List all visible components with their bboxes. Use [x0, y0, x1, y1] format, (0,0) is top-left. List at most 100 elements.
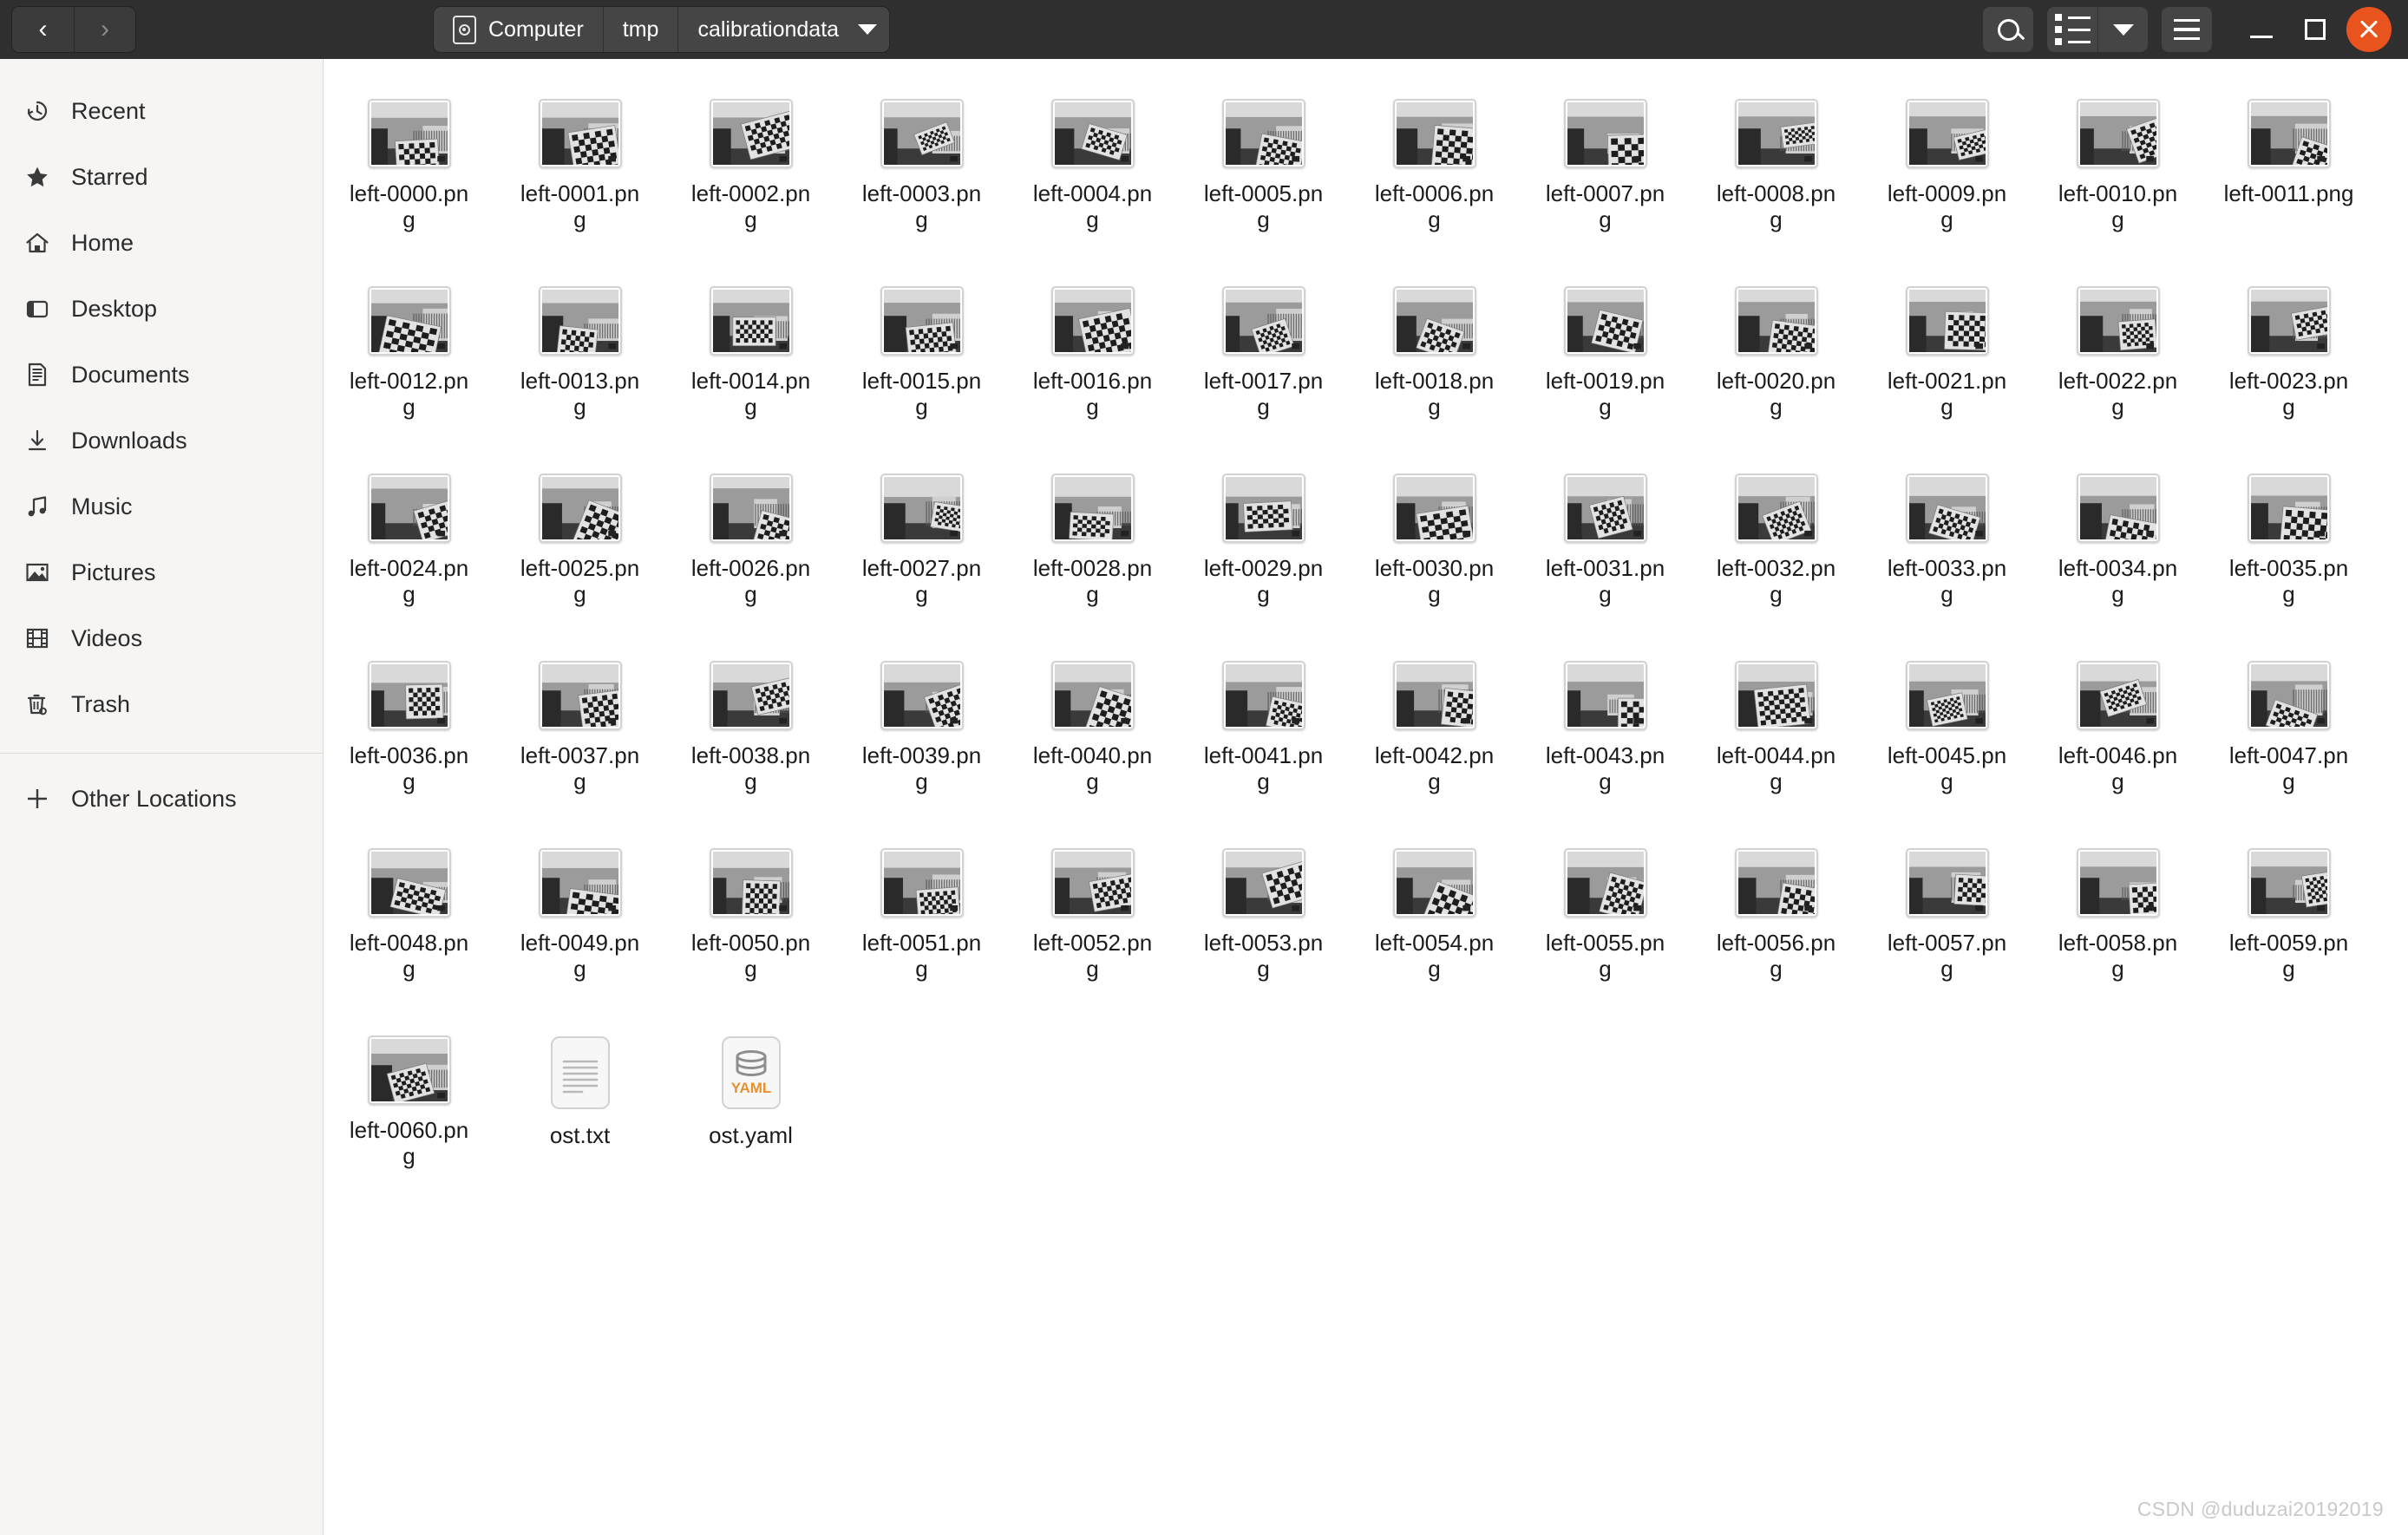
file-item[interactable]: left-0047.png [2203, 640, 2374, 827]
maximize-button[interactable] [2288, 3, 2342, 56]
file-item[interactable]: left-0027.png [836, 453, 1007, 640]
file-name-label: left-0004.png [1032, 180, 1153, 232]
file-name-label: left-0025.png [520, 555, 640, 607]
file-item[interactable]: left-0008.png [1691, 78, 1862, 265]
sidebar-item-documents[interactable]: Documents [0, 342, 323, 408]
file-item[interactable]: left-0054.png [1349, 827, 1520, 1015]
file-item[interactable]: left-0037.png [494, 640, 665, 827]
file-item[interactable]: left-0013.png [494, 265, 665, 453]
view-options-button[interactable] [2097, 7, 2148, 52]
file-item[interactable]: ost.txt [494, 1015, 665, 1202]
file-item[interactable]: left-0026.png [665, 453, 836, 640]
file-name-label: left-0000.png [349, 180, 469, 232]
file-item[interactable]: left-0030.png [1349, 453, 1520, 640]
file-item[interactable]: left-0049.png [494, 827, 665, 1015]
sidebar-item-pictures[interactable]: Pictures [0, 539, 323, 605]
file-item[interactable]: left-0041.png [1178, 640, 1349, 827]
file-item[interactable]: left-0034.png [2032, 453, 2203, 640]
sidebar-item-home[interactable]: Home [0, 210, 323, 276]
file-item[interactable]: left-0028.png [1007, 453, 1178, 640]
file-item[interactable]: left-0021.png [1862, 265, 2032, 453]
breadcrumb-item-tmp[interactable]: tmp [602, 7, 678, 52]
breadcrumb-item-computer[interactable]: Computer [434, 7, 603, 52]
file-item[interactable]: left-0016.png [1007, 265, 1178, 453]
file-item[interactable]: left-0042.png [1349, 640, 1520, 827]
file-item[interactable]: left-0031.png [1520, 453, 1691, 640]
sidebar-item-music[interactable]: Music [0, 474, 323, 539]
file-item[interactable]: left-0007.png [1520, 78, 1691, 265]
image-thumbnail [1050, 474, 1135, 543]
main-menu-button[interactable] [2162, 7, 2212, 52]
file-item[interactable]: left-0011.png [2203, 78, 2374, 265]
file-item[interactable]: left-0025.png [494, 453, 665, 640]
search-button[interactable] [1983, 7, 2033, 52]
file-item[interactable]: left-0033.png [1862, 453, 2032, 640]
file-item[interactable]: left-0024.png [324, 453, 494, 640]
file-item[interactable]: left-0032.png [1691, 453, 1862, 640]
image-thumbnail [880, 99, 964, 168]
file-item[interactable]: left-0020.png [1691, 265, 1862, 453]
list-view-button[interactable] [2047, 7, 2097, 52]
sidebar-item-videos[interactable]: Videos [0, 605, 323, 671]
file-item[interactable]: left-0050.png [665, 827, 836, 1015]
file-item[interactable]: left-0058.png [2032, 827, 2203, 1015]
file-item[interactable]: left-0053.png [1178, 827, 1349, 1015]
image-thumbnail [2247, 474, 2331, 543]
close-button[interactable] [2342, 3, 2396, 56]
file-item[interactable]: left-0060.png [324, 1015, 494, 1202]
file-item[interactable]: left-0015.png [836, 265, 1007, 453]
sidebar-item-trash[interactable]: Trash [0, 671, 323, 737]
file-item[interactable]: left-0035.png [2203, 453, 2374, 640]
image-thumbnail [2076, 474, 2160, 543]
file-item[interactable]: left-0022.png [2032, 265, 2203, 453]
file-item[interactable]: left-0048.png [324, 827, 494, 1015]
file-name-label: left-0021.png [1887, 368, 2007, 420]
file-item[interactable]: left-0056.png [1691, 827, 1862, 1015]
file-item[interactable]: left-0055.png [1520, 827, 1691, 1015]
file-item[interactable]: left-0036.png [324, 640, 494, 827]
file-item[interactable]: left-0059.png [2203, 827, 2374, 1015]
file-item[interactable]: left-0040.png [1007, 640, 1178, 827]
file-item[interactable]: left-0006.png [1349, 78, 1520, 265]
file-name-label: left-0035.png [2228, 555, 2349, 607]
file-item[interactable]: left-0057.png [1862, 827, 2032, 1015]
file-item[interactable]: left-0023.png [2203, 265, 2374, 453]
search-icon [1997, 18, 2019, 41]
file-item[interactable]: left-0039.png [836, 640, 1007, 827]
file-item[interactable]: left-0010.png [2032, 78, 2203, 265]
file-item[interactable]: left-0005.png [1178, 78, 1349, 265]
file-item[interactable]: left-0051.png [836, 827, 1007, 1015]
file-item[interactable]: left-0012.png [324, 265, 494, 453]
file-item[interactable]: left-0009.png [1862, 78, 2032, 265]
file-item[interactable]: YAML ost.yaml [665, 1015, 836, 1202]
file-item[interactable]: left-0017.png [1178, 265, 1349, 453]
file-item[interactable]: left-0018.png [1349, 265, 1520, 453]
file-item[interactable]: left-0029.png [1178, 453, 1349, 640]
sidebar-item-downloads[interactable]: Downloads [0, 408, 323, 474]
file-item[interactable]: left-0052.png [1007, 827, 1178, 1015]
image-thumbnail [538, 286, 622, 356]
file-item[interactable]: left-0043.png [1520, 640, 1691, 827]
forward-button[interactable]: › [74, 7, 135, 52]
file-item[interactable]: left-0014.png [665, 265, 836, 453]
sidebar-item-recent[interactable]: Recent [0, 78, 323, 144]
file-item[interactable]: left-0046.png [2032, 640, 2203, 827]
back-button[interactable]: ‹ [12, 7, 74, 52]
file-item[interactable]: left-0001.png [494, 78, 665, 265]
file-grid-area[interactable]: left-0000.png left-0001.png left-0002.pn… [324, 59, 2408, 1535]
minimize-button[interactable] [2235, 3, 2288, 56]
chevron-down-icon[interactable] [858, 24, 878, 35]
file-item[interactable]: left-0004.png [1007, 78, 1178, 265]
breadcrumb-item-calibrationdata[interactable]: calibrationdata [677, 7, 890, 52]
file-name-label: left-0026.png [690, 555, 811, 607]
sidebar-item-desktop[interactable]: Desktop [0, 276, 323, 342]
file-item[interactable]: left-0045.png [1862, 640, 2032, 827]
sidebar-item-other-locations[interactable]: Other Locations [0, 766, 323, 832]
sidebar-item-starred[interactable]: Starred [0, 144, 323, 210]
file-item[interactable]: left-0038.png [665, 640, 836, 827]
file-item[interactable]: left-0000.png [324, 78, 494, 265]
file-item[interactable]: left-0019.png [1520, 265, 1691, 453]
file-item[interactable]: left-0003.png [836, 78, 1007, 265]
file-item[interactable]: left-0002.png [665, 78, 836, 265]
file-item[interactable]: left-0044.png [1691, 640, 1862, 827]
